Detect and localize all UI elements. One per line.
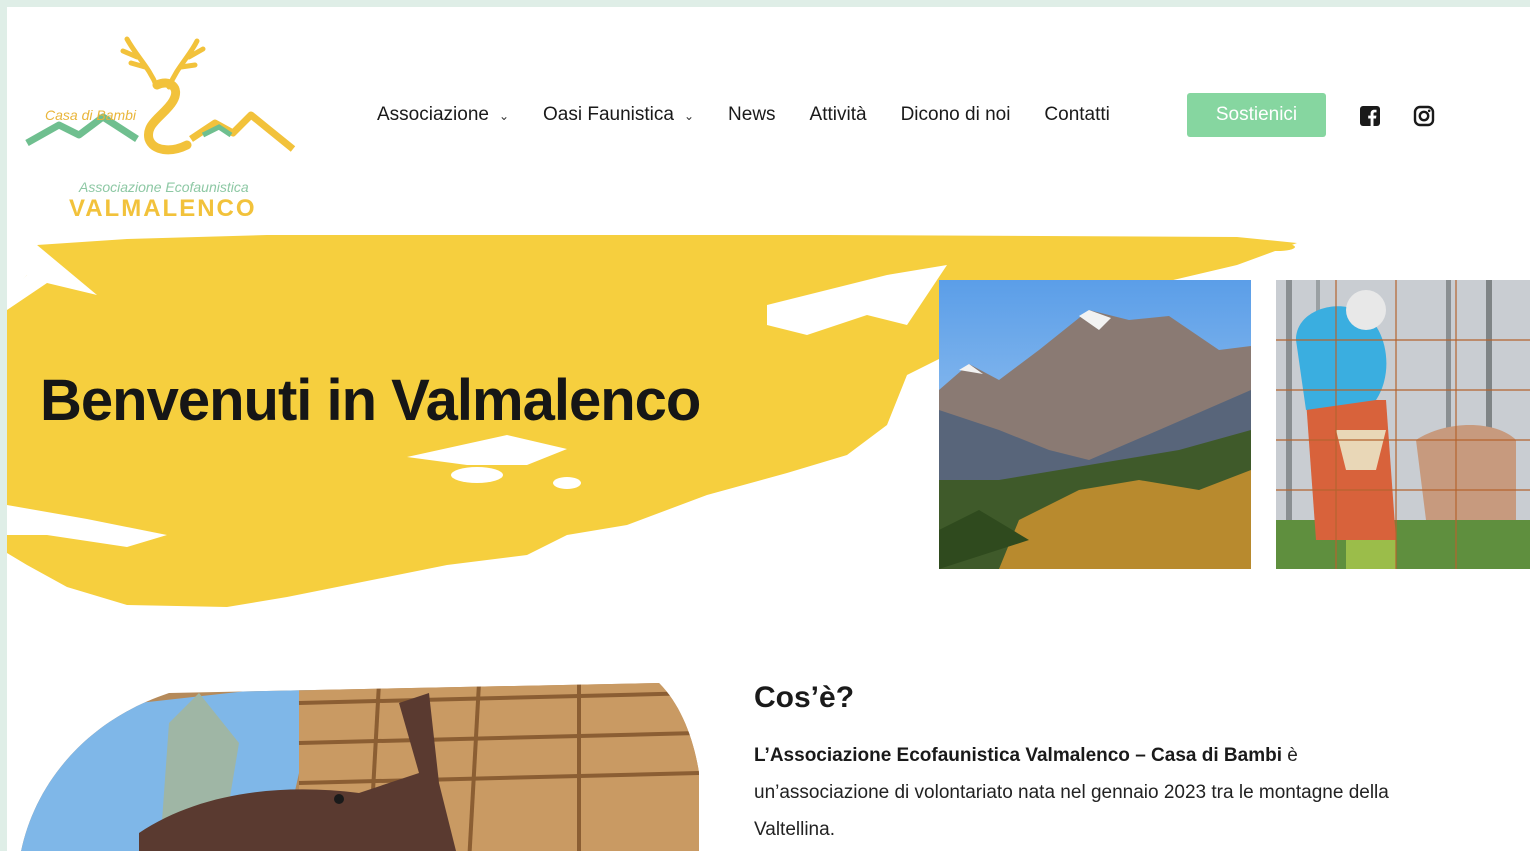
intro-paragraph-bold: L’Associazione Ecofaunistica Valmalenco … bbox=[754, 745, 1282, 766]
nav-item-associazione[interactable]: Associazione ⌄ bbox=[377, 103, 509, 127]
instagram-icon[interactable] bbox=[1413, 105, 1435, 127]
facebook-icon[interactable] bbox=[1359, 105, 1381, 127]
nav-item-news[interactable]: News bbox=[728, 103, 776, 127]
logo-small-name: Casa di Bambi bbox=[45, 107, 137, 123]
logo-valmalenco-text: VALMALENCO bbox=[69, 195, 257, 222]
chevron-down-icon: ⌄ bbox=[683, 109, 695, 123]
nav-item-contatti[interactable]: Contatti bbox=[1044, 103, 1109, 127]
intro-paragraph: L’Associazione Ecofaunistica Valmalenco … bbox=[754, 737, 1434, 848]
mountain-landscape-photo bbox=[939, 280, 1251, 569]
page: Casa di Bambi Associazione Ecofaunistica… bbox=[7, 7, 1530, 851]
child-with-deer-photo bbox=[1276, 280, 1530, 569]
nav-label: Contatti bbox=[1044, 104, 1110, 125]
hero-section: Benvenuti in Valmalenco bbox=[7, 235, 1530, 610]
main-navigation: Associazione ⌄ Oasi Faunistica ⌄ News At… bbox=[377, 103, 1144, 127]
deer-in-shelter-photo bbox=[19, 683, 700, 851]
nav-item-attivita[interactable]: Attività bbox=[810, 103, 867, 127]
nav-label: Oasi Faunistica bbox=[543, 104, 674, 125]
nav-label: Associazione bbox=[377, 104, 489, 125]
nav-label: News bbox=[728, 104, 776, 125]
nav-item-oasi-faunistica[interactable]: Oasi Faunistica ⌄ bbox=[543, 103, 694, 127]
chevron-down-icon: ⌄ bbox=[498, 109, 510, 123]
nav-item-dicono-di-noi[interactable]: Dicono di noi bbox=[901, 103, 1011, 127]
deer-mountain-logo-icon bbox=[25, 36, 296, 155]
logo-association-text: Associazione Ecofaunistica bbox=[79, 179, 249, 195]
nav-label: Dicono di noi bbox=[900, 104, 1011, 125]
hero-title: Benvenuti in Valmalenco bbox=[40, 368, 701, 433]
site-logo[interactable]: Casa di Bambi Associazione Ecofaunistica… bbox=[19, 27, 309, 222]
nav-label: Attività bbox=[809, 104, 867, 125]
intro-heading: Cos’è? bbox=[754, 681, 855, 714]
sostienici-button[interactable]: Sostienici bbox=[1187, 93, 1326, 137]
